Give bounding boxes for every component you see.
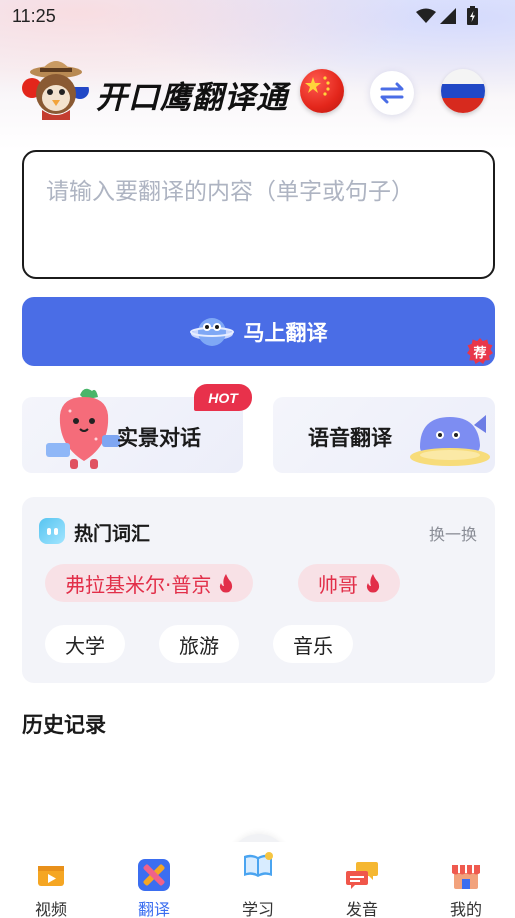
tab-mine-label: 我的 — [449, 900, 482, 918]
translate-icon — [138, 859, 170, 891]
signal-icon — [440, 8, 456, 24]
tab-mine[interactable]: 我的 — [426, 842, 506, 918]
planet-mascot-icon — [189, 317, 234, 346]
hot-words-panel: 热门词汇 换一换 弗拉基米尔·普京 帅哥 大学 旅游 音乐 — [22, 497, 495, 683]
translate-input-box — [22, 150, 495, 279]
history-title: 历史记录 — [22, 713, 106, 737]
hot-word-chip[interactable]: 弗拉基米尔·普京 — [45, 564, 254, 602]
refresh-hot-words-button[interactable]: 换一换 — [429, 521, 477, 545]
tab-pronounce-label: 发音 — [345, 900, 378, 918]
tab-learn[interactable]: 学习 — [218, 842, 298, 918]
strawberry-character-icon — [46, 388, 120, 469]
hot-word-chip[interactable]: 大学 — [45, 625, 125, 663]
scene-dialogue-label: 实景对话 — [117, 426, 201, 450]
book-icon — [244, 852, 273, 877]
flag-russia-icon — [441, 69, 485, 84]
hot-word-text: 音乐 — [293, 633, 333, 658]
tab-video-label: 视频 — [34, 900, 67, 918]
hot-badge: HOT — [194, 384, 252, 411]
fire-icon — [366, 573, 380, 592]
hot-word-chip[interactable]: 音乐 — [273, 625, 353, 663]
translate-now-button[interactable]: 马上翻译 荐 — [22, 297, 495, 366]
translate-input[interactable] — [24, 152, 493, 277]
swap-languages-button[interactable] — [370, 71, 414, 115]
whale-character-icon — [410, 415, 490, 466]
chat-bubbles-icon — [346, 862, 378, 889]
hot-word-text: 弗拉基米尔·普京 — [65, 572, 212, 597]
translate-now-label: 马上翻译 — [243, 320, 328, 345]
tab-translate[interactable]: 翻译 — [114, 842, 194, 918]
wifi-icon — [416, 8, 436, 23]
hot-word-text: 旅游 — [179, 633, 219, 658]
eagle-mascot-icon — [22, 61, 89, 120]
voice-translate-card[interactable]: 语音翻译 — [273, 397, 495, 473]
hot-word-chip[interactable]: 旅游 — [159, 625, 239, 663]
fire-icon — [220, 573, 233, 592]
source-language-button[interactable] — [300, 69, 344, 113]
store-icon — [452, 865, 480, 889]
flag-china-icon — [305, 76, 330, 96]
hot-words-title: 热门词汇 — [74, 523, 151, 545]
tab-learn-label: 学习 — [241, 900, 274, 918]
flag-stripe — [441, 84, 485, 98]
hot-word-chip[interactable]: 帅哥 — [298, 564, 400, 602]
flag-stripe — [441, 98, 485, 113]
hot-word-text: 大学 — [65, 633, 105, 658]
app-header: 开口鹰翻译通 — [0, 58, 515, 128]
hot-words-logo-icon — [39, 518, 65, 544]
tab-pronounce[interactable]: 发音 — [322, 842, 402, 918]
tab-video[interactable]: 视频 — [11, 842, 91, 918]
battery-charging-icon — [467, 6, 478, 25]
tab-translate-label: 翻译 — [137, 900, 170, 918]
video-icon — [38, 866, 64, 886]
voice-translate-label: 语音翻译 — [308, 426, 392, 450]
status-bar: 11:25 — [0, 0, 515, 32]
status-time: 11:25 — [12, 6, 56, 26]
app-title: 开口鹰翻译通 — [96, 80, 288, 116]
recommend-badge: 荐 — [467, 338, 493, 364]
bottom-navigation: 视频 翻译 学习 发音 我的 — [0, 842, 515, 918]
swap-arrows-icon — [380, 82, 404, 104]
hot-word-text: 帅哥 — [318, 572, 358, 597]
target-language-button[interactable] — [441, 69, 485, 113]
